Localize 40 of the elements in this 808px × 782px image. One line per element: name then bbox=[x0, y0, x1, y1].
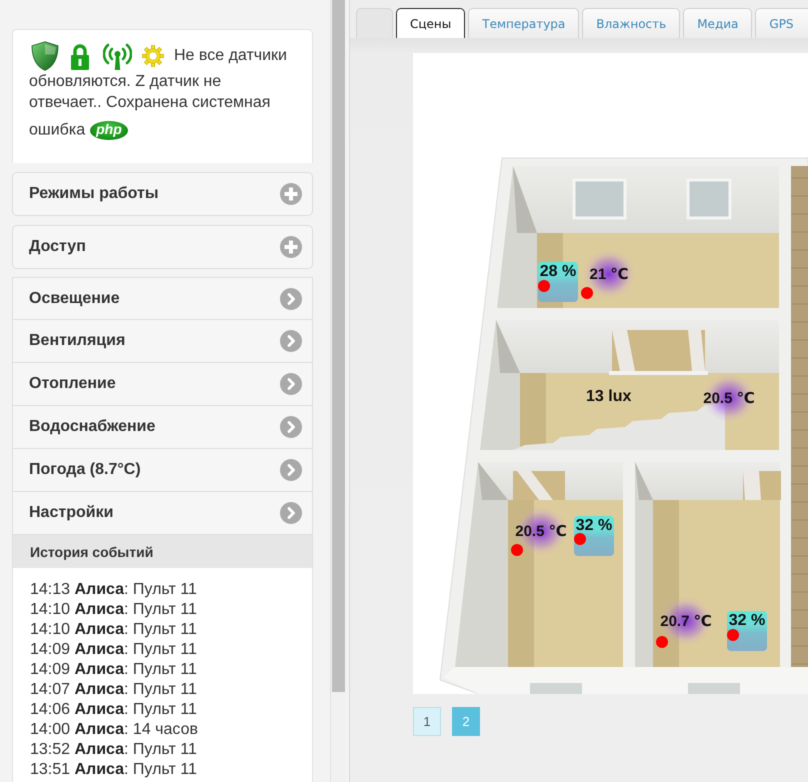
menu-item[interactable]: Водоснабжение bbox=[12, 406, 313, 449]
history-entry: 13:52 Алиса: Пульт 11 bbox=[30, 740, 198, 760]
blank-tab[interactable] bbox=[356, 8, 393, 38]
menu-item[interactable]: Настройки bbox=[12, 492, 313, 535]
chevron-right-icon bbox=[280, 373, 302, 395]
history-entry: 14:00 Алиса: 14 часов bbox=[30, 720, 199, 740]
gear-icon bbox=[142, 45, 164, 67]
menu-item[interactable]: Вентиляция bbox=[12, 320, 313, 363]
scrollbar-thumb[interactable] bbox=[332, 0, 345, 692]
chevron-right-icon bbox=[280, 502, 302, 524]
history-entry: 14:10 Алиса: Пульт 11 bbox=[30, 600, 198, 620]
tab[interactable]: Сцены bbox=[396, 8, 466, 38]
humidity-label: 28 % bbox=[538, 262, 578, 302]
antenna-icon bbox=[103, 42, 132, 70]
light-label: 13 lux bbox=[586, 388, 632, 406]
history-header: История событий bbox=[12, 535, 313, 568]
chevron-right-icon bbox=[280, 288, 302, 310]
lock-icon bbox=[70, 42, 90, 70]
humidity-label: 32 % bbox=[574, 516, 614, 556]
history-entry: 14:09 Алиса: Пульт 11 bbox=[30, 660, 198, 680]
status-message: Не все датчики обновляются. Z датчик не отвечает.. Сохранена системная ошибка php bbox=[29, 41, 296, 148]
history-entry: 14:09 Алиса: Пульт 11 bbox=[30, 640, 198, 660]
menu-item[interactable]: Отопление bbox=[12, 363, 313, 406]
accordion-header[interactable]: Доступ bbox=[12, 225, 313, 269]
chevron-right-icon bbox=[280, 459, 302, 481]
history-entry: 14:10 Алиса: Пульт 11 bbox=[30, 620, 198, 640]
history-entry: 14:13 Алиса: Пульт 11 bbox=[30, 580, 198, 600]
shield-icon bbox=[31, 41, 59, 71]
humidity-label: 32 % bbox=[727, 611, 767, 651]
history-entry: 14:07 Алиса: Пульт 11 bbox=[30, 680, 198, 700]
menu-item[interactable]: Освещение bbox=[12, 277, 313, 320]
history-entry: 14:06 Алиса: Пульт 11 bbox=[30, 700, 198, 720]
page-button[interactable]: 1 bbox=[413, 707, 441, 736]
menu-item[interactable]: Погода (8.7°C) bbox=[12, 449, 313, 492]
history-entry: 13:51 Алиса: Пульт 11 bbox=[30, 760, 198, 780]
chevron-right-icon bbox=[280, 330, 302, 352]
scrollbar-track[interactable] bbox=[330, 0, 346, 782]
chevron-right-icon bbox=[280, 416, 302, 438]
accordion-header[interactable]: Режимы работы bbox=[12, 172, 313, 216]
logo-badge: php bbox=[90, 121, 128, 140]
